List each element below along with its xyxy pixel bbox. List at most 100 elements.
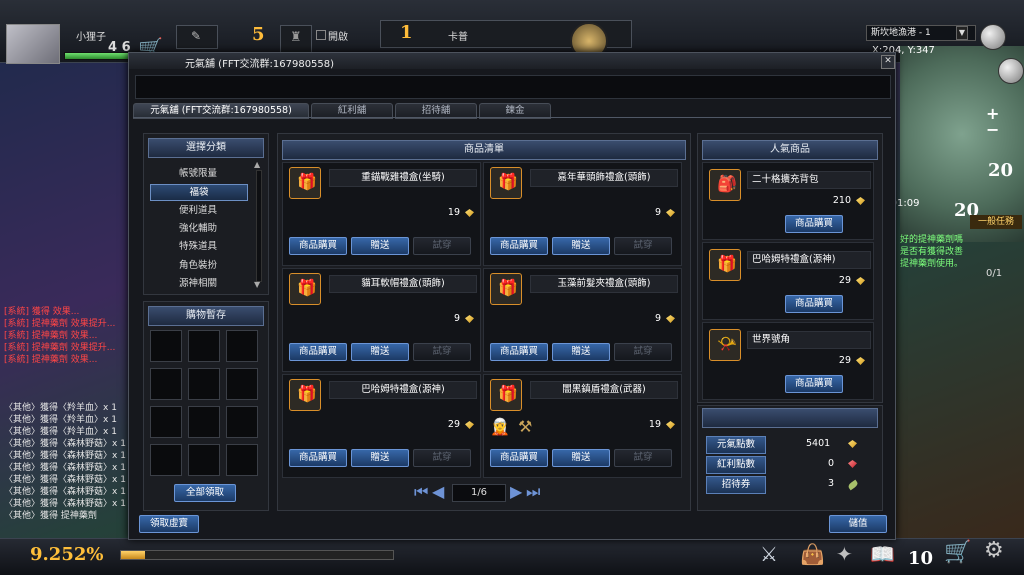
popular-item[interactable]: 🎒 二十格擴充背包 210 商品購買 (702, 162, 874, 240)
cart-slot[interactable] (188, 444, 220, 476)
popular-buy-button[interactable]: 商品購買 (785, 295, 843, 313)
category-costume[interactable]: 角色裝扮 (150, 258, 246, 273)
gift-button[interactable]: 贈送 (552, 449, 610, 467)
scroll-down-icon[interactable]: ▼ (254, 280, 260, 289)
first-page-icon[interactable]: ⏮ (414, 484, 428, 500)
try-on-button[interactable]: 試穿 (413, 343, 471, 361)
category-lucky-bag[interactable]: 福袋 (150, 184, 248, 201)
gift-box-icon: 🎁 (490, 273, 522, 305)
category-convenience[interactable]: 便利道具 (150, 203, 246, 218)
category-panel: 選擇分類 帳號限量 福袋 便利道具 強化輔助 特殊道具 角色裝扮 源神相關 ▲ … (143, 133, 269, 295)
equipment-slot[interactable]: ♜ (280, 25, 312, 53)
points-label: 元氣點數 (706, 436, 766, 454)
open-checkbox[interactable] (316, 30, 326, 40)
try-on-button[interactable]: 試穿 (413, 237, 471, 255)
cart-slot[interactable] (150, 406, 182, 438)
product-card[interactable]: 🎁 巴哈姆特禮盒(源神) 29 商品購買 贈送 試穿 (282, 374, 481, 478)
popular-item-name: 世界號角 (747, 331, 871, 349)
target-name: 卡普 (448, 32, 468, 43)
quest-header[interactable]: 一般任務 (970, 215, 1022, 229)
gift-button[interactable]: 贈送 (351, 237, 409, 255)
cart-slot[interactable] (188, 406, 220, 438)
buy-button[interactable]: 商品購買 (490, 449, 548, 467)
try-on-button[interactable]: 試穿 (614, 449, 672, 467)
gift-button[interactable]: 贈送 (552, 343, 610, 361)
feather-icon: ✎ (191, 29, 202, 43)
player-level: 5 (252, 24, 265, 45)
gift-button[interactable]: 贈送 (351, 343, 409, 361)
product-card[interactable]: 🎁 闇黑鎮盾禮盒(武器) 🧝 ⚒ 19 商品購買 贈送 試穿 (483, 374, 682, 478)
cart-slot[interactable] (150, 444, 182, 476)
popular-buy-button[interactable]: 商品購買 (785, 375, 843, 393)
try-on-button[interactable]: 試穿 (614, 343, 672, 361)
compass-icon[interactable] (998, 58, 1024, 84)
category-enhance[interactable]: 強化輔助 (150, 221, 246, 236)
next-page-icon[interactable]: ▶ (510, 484, 522, 500)
zoom-out-icon[interactable]: − (986, 120, 999, 139)
cart-slot[interactable] (150, 368, 182, 400)
gift-button[interactable]: 贈送 (552, 237, 610, 255)
points-value: 3 (828, 478, 835, 489)
cart-slot[interactable] (150, 330, 182, 362)
try-on-button[interactable]: 試穿 (614, 237, 672, 255)
popular-item-price: 210 (832, 195, 851, 206)
product-card[interactable]: 🎁 嘉年華頭飾禮盒(頭飾) 9 商品購買 贈送 試穿 (483, 162, 682, 266)
product-price: 9 (654, 207, 661, 218)
buy-button[interactable]: 商品購買 (289, 343, 347, 361)
player-portrait[interactable] (6, 24, 60, 64)
popular-item[interactable]: 📯 世界號角 29 商品購買 (702, 322, 874, 400)
book-icon[interactable]: 📖 (870, 542, 895, 566)
cart-slot[interactable] (226, 368, 258, 400)
buy-button[interactable]: 商品購買 (490, 237, 548, 255)
deposit-button[interactable]: 儲值 (829, 515, 887, 533)
category-scrollbar[interactable] (256, 170, 262, 282)
gift-button[interactable]: 贈送 (351, 449, 409, 467)
gold-gem-icon (465, 315, 474, 323)
popular-item-price: 29 (838, 275, 851, 286)
sword-icon[interactable]: ⚔ (760, 542, 778, 566)
map-dropdown-icon[interactable]: ▼ (956, 26, 968, 40)
cart-slot[interactable] (226, 330, 258, 362)
cart-panel: 購物暫存 全部領取 (143, 301, 269, 511)
globe-icon[interactable] (980, 24, 1006, 50)
product-card[interactable]: 🎁 重錨戰雞禮盒(坐騎) 19 商品購買 贈送 試穿 (282, 162, 481, 266)
gold-gem-icon (465, 421, 474, 429)
popular-buy-button[interactable]: 商品購買 (785, 215, 843, 233)
last-page-icon[interactable]: ⏭ (526, 484, 540, 500)
shop-cart-icon[interactable]: 🛒 (944, 540, 971, 565)
popular-item[interactable]: 🎁 巴哈姆特禮盒(源神) 29 商品購買 (702, 242, 874, 320)
product-price: 29 (447, 419, 460, 430)
prev-page-icon[interactable]: ◀ (432, 484, 444, 500)
gold-gem-icon (666, 209, 675, 217)
gift-box-icon: 🎁 (490, 379, 522, 411)
quest-progress: 0/1 (986, 268, 1003, 279)
buy-button[interactable]: 商品購買 (289, 449, 347, 467)
product-price: 9 (453, 313, 460, 324)
scroll-up-icon[interactable]: ▲ (254, 160, 260, 169)
product-name: 闇黑鎮盾禮盒(武器) (530, 381, 678, 399)
cart-slot[interactable] (226, 444, 258, 476)
category-origin-god[interactable]: 源神相關 (150, 276, 246, 291)
category-special[interactable]: 特殊道具 (150, 239, 246, 254)
backpack-icon: 🎒 (709, 169, 741, 201)
cart-slot[interactable] (188, 368, 220, 400)
close-button[interactable]: ✕ (881, 55, 895, 69)
red-gem-icon (848, 460, 857, 468)
cart-slot[interactable] (188, 330, 220, 362)
product-card[interactable]: 🎁 玉藻前髮夾禮盒(頭飾) 9 商品購買 贈送 試穿 (483, 268, 682, 372)
quick-slot[interactable]: ✎ (176, 25, 218, 49)
buy-button[interactable]: 商品購買 (490, 343, 548, 361)
try-on-button[interactable]: 試穿 (413, 449, 471, 467)
cart-header: 購物暫存 (148, 306, 264, 326)
gift-box-icon: 🎁 (490, 167, 522, 199)
product-card[interactable]: 🎁 貓耳軟帽禮盒(頭飾) 9 商品購買 贈送 試穿 (282, 268, 481, 372)
gold-gem-icon (465, 209, 474, 217)
buy-button[interactable]: 商品購買 (289, 237, 347, 255)
bag-icon[interactable]: 👜 (800, 542, 825, 566)
cart-slot[interactable] (226, 406, 258, 438)
category-account-limited[interactable]: 帳號限量 (150, 166, 246, 181)
claim-gift-button[interactable]: 領取虛寶 (139, 515, 199, 533)
settings-gear-icon[interactable]: ⚙ (984, 538, 1004, 563)
skill-icon[interactable]: ✦ (836, 542, 853, 566)
claim-all-button[interactable]: 全部領取 (174, 484, 236, 502)
